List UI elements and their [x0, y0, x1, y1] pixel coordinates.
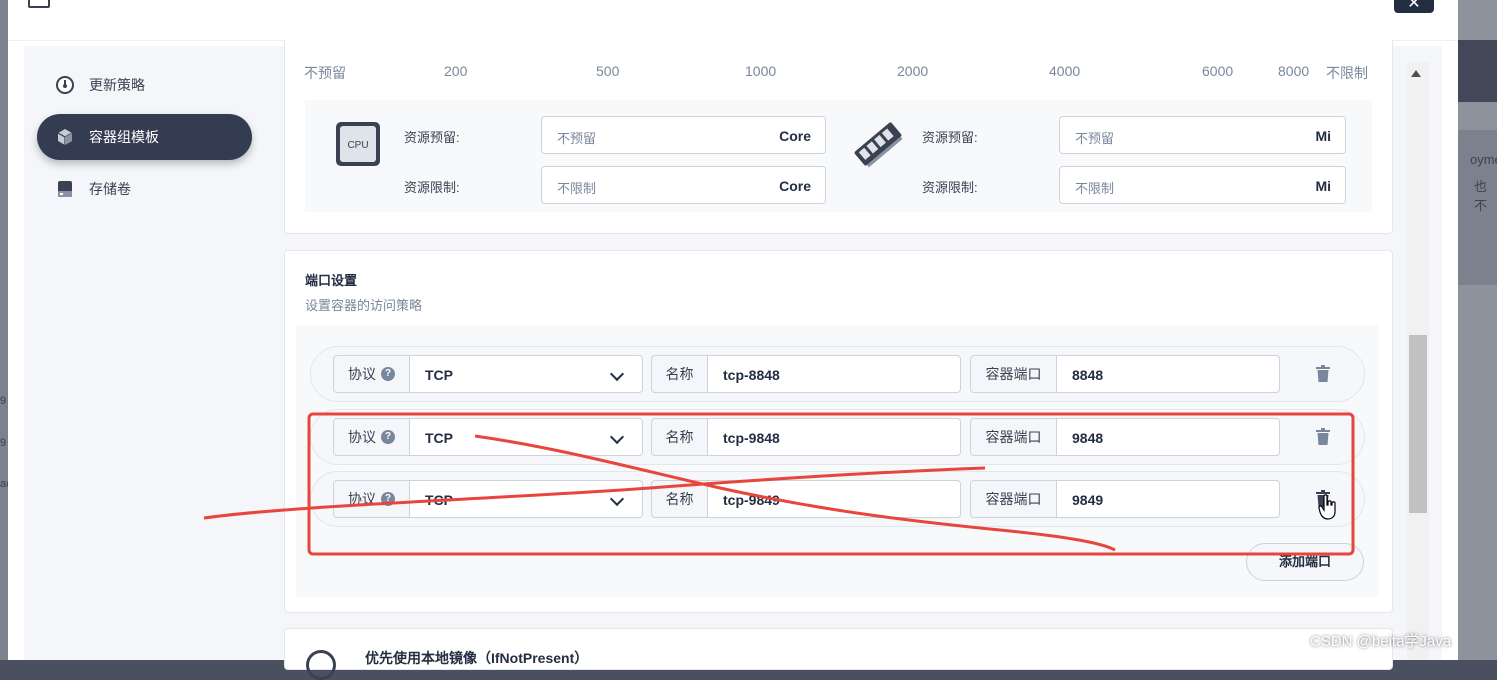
red-annotation-overlay	[203, 412, 1355, 556]
watermark: CSDN @beita学Java	[1310, 633, 1452, 650]
hand-cursor-icon	[1318, 494, 1336, 520]
